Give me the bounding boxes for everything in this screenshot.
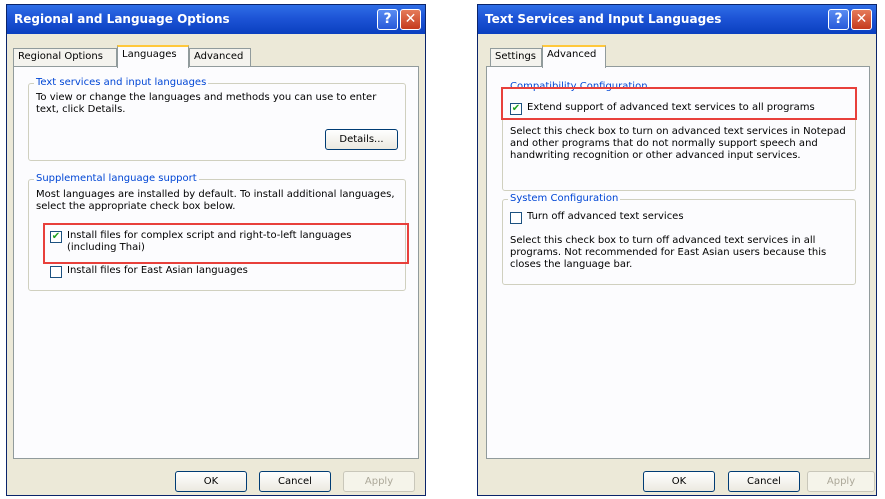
group-legend: System Configuration	[508, 193, 621, 204]
tab-regional-options[interactable]: Regional Options	[13, 48, 117, 66]
east-asian-label[interactable]: Install files for East Asian languages	[67, 265, 387, 277]
apply-button[interactable]: Apply	[343, 471, 415, 492]
group-description: Select this check box to turn on advance…	[510, 126, 846, 161]
details-button[interactable]: Details...	[325, 129, 398, 150]
title-bar[interactable]: Text Services and Input Languages ? ✕	[478, 5, 876, 34]
group-description: To view or change the languages and meth…	[36, 92, 377, 115]
help-button[interactable]: ?	[828, 9, 849, 30]
cancel-button[interactable]: Cancel	[728, 471, 800, 492]
highlight-box	[501, 87, 857, 120]
title-bar[interactable]: Regional and Language Options ? ✕	[7, 5, 425, 34]
cancel-button[interactable]: Cancel	[259, 471, 331, 492]
turn-off-text-services-label[interactable]: Turn off advanced text services	[527, 211, 847, 223]
highlight-box	[43, 223, 409, 264]
tab-settings[interactable]: Settings	[490, 48, 542, 66]
group-legend: Text services and input languages	[34, 77, 209, 88]
tab-advanced[interactable]: Advanced	[542, 45, 606, 68]
system-configuration-group: System Configuration Turn off advanced t…	[502, 193, 856, 285]
text-services-group: Text services and input languages To vie…	[28, 77, 406, 161]
regional-language-options-dialog: Regional and Language Options ? ✕ Region…	[6, 4, 426, 496]
dialog-title: Text Services and Input Languages	[485, 12, 722, 26]
help-button[interactable]: ?	[377, 9, 398, 30]
close-button[interactable]: ✕	[851, 9, 872, 30]
group-description: Select this check box to turn off advanc…	[510, 235, 827, 270]
ok-button[interactable]: OK	[643, 471, 715, 492]
apply-button[interactable]: Apply	[807, 471, 875, 492]
tab-advanced[interactable]: Advanced	[189, 48, 251, 66]
east-asian-checkbox[interactable]	[50, 266, 62, 278]
advanced-panel: Compatibility Configuration ✔ Extend sup…	[486, 66, 870, 459]
group-legend: Supplemental language support	[34, 173, 199, 184]
ok-button[interactable]: OK	[175, 471, 247, 492]
dialog-title: Regional and Language Options	[14, 12, 230, 26]
close-button[interactable]: ✕	[400, 9, 421, 30]
group-description: Most languages are installed by default.…	[36, 189, 395, 212]
languages-panel: Text services and input languages To vie…	[13, 66, 419, 459]
turn-off-text-services-checkbox[interactable]	[510, 212, 522, 224]
text-services-dialog: Text Services and Input Languages ? ✕ Se…	[477, 4, 877, 496]
tab-languages[interactable]: Languages	[117, 45, 189, 68]
